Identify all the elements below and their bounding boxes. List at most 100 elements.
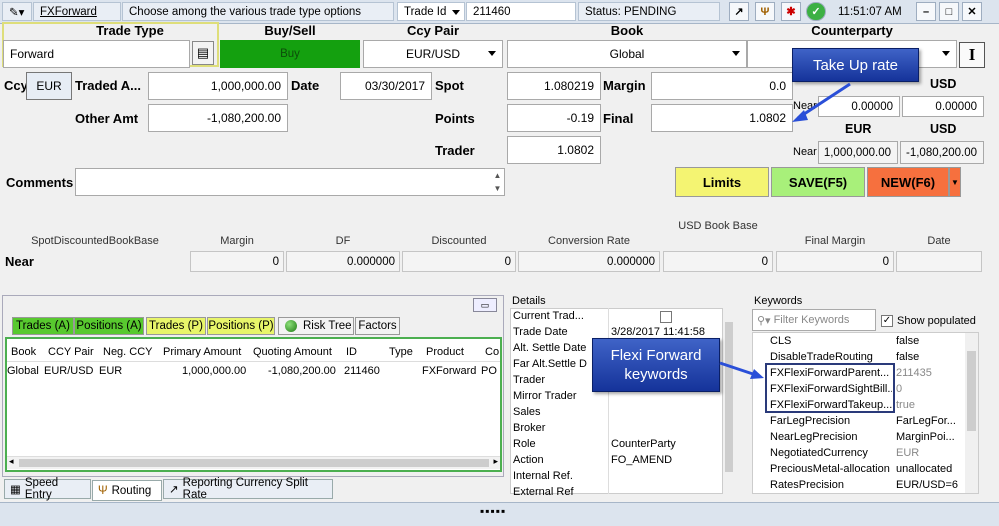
grid-col-neg-ccy[interactable]: Neg. CCY bbox=[103, 346, 153, 358]
keyword-value[interactable]: EUR bbox=[896, 447, 962, 459]
flexi-highlight-box bbox=[765, 363, 895, 413]
chevron-down-icon bbox=[732, 51, 740, 56]
summary-discounted: 0 bbox=[402, 251, 516, 272]
grid-cell-quoting-amount: -1,080,200.00 bbox=[268, 365, 336, 377]
chart-icon: ↗ bbox=[169, 484, 179, 496]
panel-collapse-icon[interactable]: ▭ bbox=[473, 298, 497, 312]
tab-trades-a[interactable]: Trades (A) bbox=[12, 317, 74, 335]
limits-button[interactable]: Limits bbox=[675, 167, 769, 197]
grid-col-id[interactable]: ID bbox=[346, 346, 357, 358]
keyword-value[interactable]: EUR/USD=6 bbox=[896, 479, 962, 491]
tab-trades-p[interactable]: Trades (P) bbox=[146, 317, 206, 335]
final-input[interactable]: 1.0802 bbox=[651, 104, 793, 132]
header-counterparty: Counterparty bbox=[811, 23, 893, 38]
book-select[interactable]: Global bbox=[507, 40, 747, 68]
restore-icon[interactable]: □ bbox=[939, 2, 959, 21]
routing-icon: Ψ bbox=[98, 484, 108, 497]
menu-dropdown[interactable]: ✎▾ bbox=[2, 2, 32, 21]
details-key: External Ref bbox=[513, 486, 574, 498]
comments-textarea[interactable] bbox=[75, 168, 505, 196]
tab-speed-entry-label: Speed Entry bbox=[24, 477, 59, 501]
minimize-icon[interactable]: – bbox=[916, 2, 936, 21]
details-key: Trade Date bbox=[513, 326, 568, 338]
new-button[interactable]: NEW(F6) bbox=[867, 167, 949, 197]
grid-col-book[interactable]: Book bbox=[11, 346, 36, 358]
points-label: Points bbox=[435, 111, 475, 126]
keyword-value[interactable]: unallocated bbox=[896, 463, 962, 475]
keyword-value[interactable]: FarLegFor... bbox=[896, 415, 962, 427]
grid-cell-id: 211460 bbox=[344, 365, 380, 377]
scroll-right-icon[interactable]: ▸ bbox=[493, 456, 498, 467]
keyword-value[interactable]: 211435 bbox=[896, 367, 962, 379]
grid-cell-neg-ccy: EUR bbox=[99, 365, 123, 377]
chart-icon[interactable]: ↗ bbox=[729, 2, 749, 21]
near1-amount-b[interactable]: 0.00000 bbox=[902, 96, 984, 117]
keywords-scroll-thumb[interactable] bbox=[967, 351, 976, 431]
text-cursor-icon[interactable]: I bbox=[959, 42, 985, 68]
date-input[interactable]: 03/30/2017 bbox=[340, 72, 432, 100]
grid-col-co[interactable]: Co bbox=[485, 346, 499, 358]
grid-col-primary-amount[interactable]: Primary Amount bbox=[163, 346, 241, 358]
details-value[interactable]: 3/28/2017 11:41:58 bbox=[611, 326, 721, 338]
keyword-value[interactable]: 0 bbox=[896, 383, 962, 395]
details-value[interactable]: CounterParty bbox=[611, 438, 721, 450]
details-scroll-thumb[interactable] bbox=[725, 322, 733, 472]
tab-risk-tree[interactable]: Risk Tree bbox=[278, 317, 354, 335]
tab-positions-a[interactable]: Positions (A) bbox=[74, 317, 144, 335]
trade-type-link-label[interactable]: FXForward bbox=[40, 6, 97, 18]
summary-df: 0.000000 bbox=[286, 251, 400, 272]
tab-factors[interactable]: Factors bbox=[355, 317, 400, 335]
grid-col-quoting-amount[interactable]: Quoting Amount bbox=[253, 346, 332, 358]
tab-reporting-currency[interactable]: ↗ Reporting Currency Split Rate bbox=[163, 477, 333, 501]
cross-flag-icon[interactable]: ✱ bbox=[781, 2, 801, 21]
new-menu-chevron-icon[interactable]: ▼ bbox=[949, 167, 961, 197]
tab-routing[interactable]: Ψ Routing bbox=[92, 480, 162, 501]
notepad-icon[interactable]: ▤ bbox=[192, 41, 214, 65]
grid-col-ccy-pair[interactable]: CCY Pair bbox=[48, 346, 94, 358]
header-book: Book bbox=[610, 23, 644, 38]
margin-input[interactable]: 0.0 bbox=[651, 72, 793, 100]
close-icon[interactable]: ✕ bbox=[962, 2, 982, 21]
keywords-scrollbar[interactable] bbox=[965, 333, 978, 493]
comments-spin-icon[interactable]: ▲ ▼ bbox=[491, 169, 504, 195]
flexi-forward-callout: Flexi Forward keywords bbox=[592, 338, 720, 392]
details-value[interactable]: FO_AMEND bbox=[611, 454, 721, 466]
trade-type-link[interactable]: FXForward bbox=[33, 2, 121, 21]
details-divider bbox=[608, 308, 609, 494]
grid-cell-primary-amount: 1,000,000.00 bbox=[182, 365, 247, 377]
trade-id-selector[interactable]: Trade Id bbox=[397, 2, 465, 21]
keyword-value[interactable]: MarginPoi... bbox=[896, 431, 962, 443]
trade-id-input[interactable]: 211460 bbox=[466, 2, 576, 21]
keyword-value[interactable]: false bbox=[896, 335, 962, 347]
keyword-value[interactable]: true bbox=[896, 399, 962, 411]
grid-col-product[interactable]: Product bbox=[426, 346, 464, 358]
trader-input[interactable]: 1.0802 bbox=[507, 136, 601, 164]
splitter-grip-icon[interactable]: ▪▪▪▪▪ bbox=[480, 504, 506, 518]
trade-type-field[interactable]: Forward bbox=[3, 40, 190, 68]
ccy-button[interactable]: EUR bbox=[26, 72, 72, 100]
scroll-left-icon[interactable]: ◂ bbox=[9, 456, 14, 467]
keyword-value[interactable]: false bbox=[896, 351, 962, 363]
summary-margin: 0 bbox=[190, 251, 284, 272]
filter-keywords-input[interactable]: ⚲▾ Filter Keywords bbox=[752, 309, 876, 331]
scrollbar-thumb[interactable] bbox=[19, 459, 489, 467]
tab-speed-entry[interactable]: ▦ Speed Entry bbox=[4, 477, 91, 501]
current-trade-checkbox[interactable] bbox=[660, 311, 672, 323]
other-amt-input[interactable]: -1,080,200.00 bbox=[148, 104, 288, 132]
points-input[interactable]: -0.19 bbox=[507, 104, 601, 132]
routing-icon[interactable]: Ψ bbox=[755, 2, 775, 21]
details-scrollbar[interactable] bbox=[724, 308, 734, 494]
buy-sell-button[interactable]: Buy bbox=[220, 40, 360, 68]
other-amt-label: Other Amt bbox=[75, 111, 139, 126]
save-button[interactable]: SAVE(F5) bbox=[771, 167, 865, 197]
traded-amt-input[interactable]: 1,000,000.00 bbox=[148, 72, 288, 100]
comments-label: Comments bbox=[6, 175, 74, 190]
header-buy-sell: Buy/Sell bbox=[264, 23, 316, 38]
horizontal-scrollbar[interactable]: ◂ ▸ bbox=[7, 456, 500, 469]
ccy-pair-select[interactable]: EUR/USD bbox=[363, 40, 503, 68]
grid-col-type[interactable]: Type bbox=[389, 346, 413, 358]
tab-positions-p[interactable]: Positions (P) bbox=[207, 317, 275, 335]
show-populated-checkbox[interactable]: ✓ bbox=[881, 315, 893, 327]
spot-input[interactable]: 1.080219 bbox=[507, 72, 601, 100]
check-icon[interactable]: ✓ bbox=[806, 2, 826, 21]
